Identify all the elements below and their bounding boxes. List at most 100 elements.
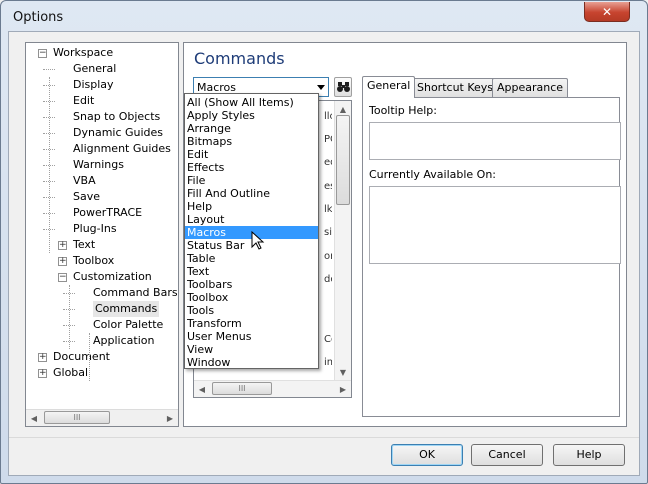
scroll-down-icon[interactable]: ▼ [335,364,351,380]
tree-item[interactable]: Toolbox [73,253,114,269]
scroll-thumb[interactable]: III [44,411,110,424]
scroll-right-icon[interactable]: ▶ [335,381,351,397]
ok-button[interactable]: OK [391,444,463,466]
dropdown-option[interactable]: Toolbox [185,291,318,304]
window-title: Options [13,10,64,25]
tree-item-label: PowerTRACE [73,206,143,219]
collapse-icon[interactable]: − [58,273,67,282]
list-item[interactable]: llc [324,111,332,122]
expand-icon[interactable]: + [58,257,67,266]
tree-item-label: Warnings [73,158,124,171]
tree-item-label: Document [53,350,110,363]
scroll-left-icon[interactable]: ◀ [26,410,42,426]
dropdown-option[interactable]: Toolbars [185,278,318,291]
tree-horizontal-scrollbar[interactable]: ◀ III ▶ [26,409,178,426]
tree-item[interactable]: Plug-Ins [73,221,117,237]
tree-item-label: Toolbox [73,254,115,267]
dropdown-option[interactable]: Fill And Outline [185,187,318,200]
page-title: Commands [194,49,285,68]
tree-item[interactable]: Save [73,189,100,205]
command-list-vertical-scrollbar[interactable]: ▲ ▼ [334,101,351,380]
scroll-thumb[interactable] [336,115,350,205]
tree-item-label: Workspace [53,46,114,59]
tree-item[interactable]: Alignment Guides [73,141,171,157]
list-item[interactable]: es [324,181,332,192]
dropdown-option[interactable]: Table [185,252,318,265]
list-item[interactable]: or [324,251,332,262]
dropdown-option[interactable]: Bitmaps [185,135,318,148]
tree-item[interactable]: Warnings [73,157,124,173]
title-bar[interactable]: Options ✕ [1,1,647,31]
general-tab-content: Tooltip Help: Currently Available On: [362,97,621,417]
tree-item-label: VBA [73,174,96,187]
dropdown-option[interactable]: Tools [185,304,318,317]
expand-icon[interactable]: + [58,241,67,250]
tree-item[interactable]: Document [53,349,110,365]
tree-item[interactable]: Customization [73,269,152,285]
binoculars-icon [336,82,350,92]
help-button[interactable]: Help [553,444,625,466]
tree-item[interactable]: Edit [73,93,94,109]
tree-item[interactable]: Color Palette [93,317,163,333]
list-item[interactable]: Co [324,334,332,345]
list-item[interactable]: do [324,274,332,285]
dropdown-option[interactable]: Arrange [185,122,318,135]
tree-item[interactable]: Commands [93,301,160,317]
close-icon: ✕ [601,4,613,19]
list-item[interactable]: im [324,357,332,368]
scroll-thumb[interactable]: III [212,382,272,395]
tab-general[interactable]: General [362,76,416,98]
list-item[interactable]: lk [324,204,332,215]
tree-item[interactable]: Global [53,365,88,381]
tree-item-label: Alignment Guides [73,142,171,155]
tree-item[interactable]: VBA [73,173,96,189]
dropdown-option[interactable]: Help [185,200,318,213]
chevron-down-icon[interactable] [317,85,325,90]
tree-item-label: Application [93,334,155,347]
dropdown-option[interactable]: Layout [185,213,318,226]
dropdown-option[interactable]: Transform [185,317,318,330]
scroll-right-icon[interactable]: ▶ [162,410,178,426]
tree-item[interactable]: Dynamic Guides [73,125,163,141]
tree-item-label: Save [73,190,101,203]
tree-item[interactable]: General [73,61,116,77]
available-on-list[interactable] [369,186,621,264]
dropdown-option[interactable]: Effects [185,161,318,174]
options-dialog: Options ✕ ◀ III ▶ Workspace − General Displ… [0,0,648,484]
list-item[interactable]: sis [324,227,332,238]
tree-item[interactable]: Application [93,333,154,349]
tab-appearance[interactable]: Appearance [492,78,569,97]
dropdown-option[interactable]: User Menus [185,330,318,343]
collapse-icon[interactable]: − [38,49,47,58]
expand-icon[interactable]: + [38,353,47,362]
cancel-button[interactable]: Cancel [471,444,543,466]
list-item[interactable]: PC [324,134,332,145]
dropdown-option[interactable]: Text [185,265,318,278]
dropdown-option[interactable]: Edit [185,148,318,161]
expand-icon[interactable]: + [38,369,47,378]
dropdown-option[interactable]: All (Show All Items) [185,96,318,109]
dropdown-option[interactable]: File [185,174,318,187]
dropdown-option[interactable]: Apply Styles [185,109,318,122]
category-tree[interactable]: ◀ III ▶ Workspace − General Display Edit Snap… [25,42,179,427]
dropdown-option[interactable]: View [185,343,318,356]
find-button[interactable] [334,77,352,97]
divider [9,437,639,438]
tree-item[interactable]: Workspace [53,45,113,61]
close-button[interactable]: ✕ [584,2,630,22]
tooltip-help-field[interactable] [369,122,621,160]
tree-item-label: Dynamic Guides [73,126,164,139]
tree-item[interactable]: Display [73,77,114,93]
tree-item[interactable]: PowerTRACE [73,205,142,221]
scroll-grip: III [238,384,246,393]
tab-shortcut-keys[interactable]: Shortcut Keys [412,78,499,97]
command-list-horizontal-scrollbar[interactable]: ◀ III ▶ [194,380,351,397]
list-item[interactable]: ed [324,157,332,168]
scroll-left-icon[interactable]: ◀ [194,381,210,397]
tree-item[interactable]: Text [73,237,95,253]
tree-item[interactable]: Command Bars [93,285,178,301]
tree-connector [43,69,55,70]
dropdown-option[interactable]: Window [185,356,318,369]
tree-item[interactable]: Snap to Objects [73,109,160,125]
tree-item-label: Snap to Objects [73,110,161,123]
